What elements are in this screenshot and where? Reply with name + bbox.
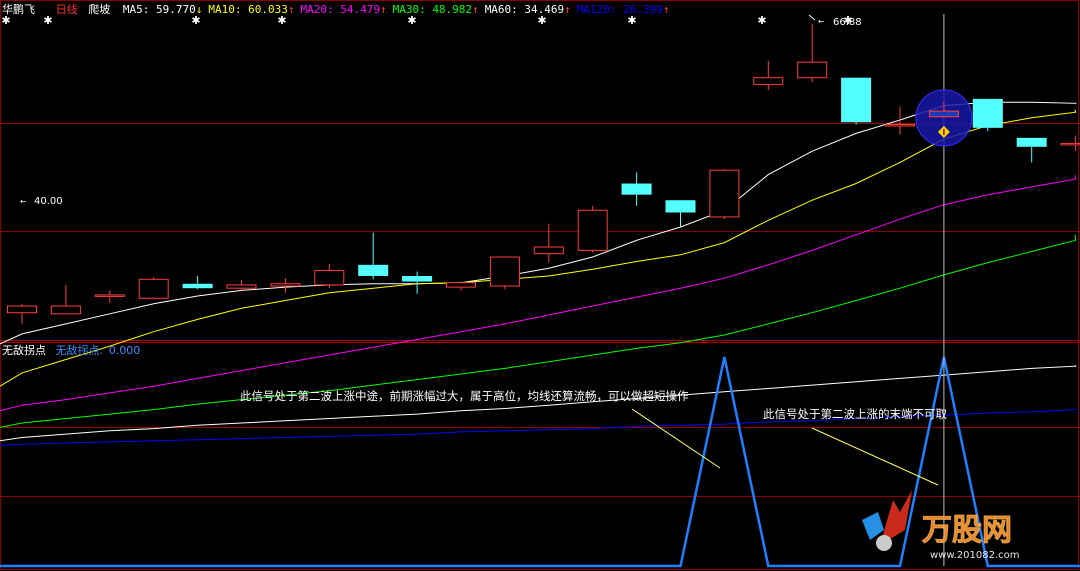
arrow-up-icon: ↑ — [287, 3, 295, 16]
ma-line — [0, 101, 1077, 345]
ma-legend-item: MA30: 48.982↑ — [392, 3, 479, 16]
candle-body — [709, 169, 740, 218]
ma-legend-item: MA20: 54.479↑ — [300, 3, 387, 16]
ma-legend-item: MA60: 34.469↑ — [484, 3, 571, 16]
candle-body — [182, 283, 213, 289]
candle-body — [1060, 142, 1080, 146]
candle-body — [270, 283, 301, 287]
annotation-note-2: 此信号处于第二波上涨的末端不可取 — [763, 407, 947, 421]
arrow-up-icon: ↑ — [472, 3, 479, 16]
candle-body — [621, 183, 652, 195]
high-price-arrow-icon: ← — [818, 16, 824, 27]
ma-legend-item: MA120: 26.399↑ — [576, 3, 670, 16]
annotation-note-1: 此信号处于第二波上涨中途，前期涨幅过大，属于高位，均线还算流畅，可以做超短操作 — [240, 389, 689, 403]
ma-legend-item: MA10: 60.033↑ — [208, 3, 295, 16]
indicator-name[interactable]: 无敌拐点 — [2, 344, 46, 357]
candle-body — [885, 123, 915, 127]
candle-body — [7, 305, 37, 314]
annotation-pointer-2 — [811, 427, 939, 486]
candle-body — [577, 209, 608, 251]
high-price-pointer — [808, 14, 816, 21]
star-marker-icon: ✱ — [757, 14, 766, 27]
candle-body — [489, 256, 520, 287]
candle-body — [753, 77, 784, 85]
arrow-up-icon: ↑ — [662, 3, 670, 16]
watermark-coin-icon — [876, 535, 892, 551]
candle-body — [314, 269, 345, 286]
candlesticks — [7, 24, 1080, 324]
low-price-label: 40.00 — [34, 196, 63, 207]
price-chart-header: 华鹏飞 日线 爬坡 MA5: 59.770↓ MA10: 60.033↑ MA20:… — [2, 2, 676, 18]
high-price-label: 66.88 — [833, 17, 862, 28]
arrow-up-icon: ↑ — [564, 3, 571, 16]
indicator-series-value: 0.000 — [108, 344, 141, 357]
candle-body — [138, 278, 169, 299]
candle-body — [841, 77, 872, 123]
candle-body — [797, 61, 828, 79]
indicator-series-label: 无敌拐点: — [55, 344, 104, 357]
stock-name[interactable]: 华鹏飞 — [2, 3, 35, 16]
watermark: 万股网 www.201082.com — [862, 490, 1020, 561]
candle-body — [533, 246, 564, 255]
pattern-label: 爬坡 — [88, 3, 111, 16]
arrow-up-icon: ↑ — [379, 3, 387, 16]
period-label[interactable]: 日线 — [56, 3, 78, 16]
candle-body — [972, 98, 1003, 128]
candle-body — [50, 305, 81, 315]
watermark-brand: 万股网 — [922, 513, 1012, 548]
candle-body — [665, 200, 696, 213]
arrow-down-icon: ↓ — [195, 3, 203, 16]
candle-body — [402, 275, 433, 282]
indicator-header: 无敌拐点 无敌拐点: 0.000 — [2, 343, 140, 359]
candle-body — [446, 282, 476, 288]
watermark-url: www.201082.com — [930, 550, 1020, 561]
stock-chart[interactable]: ✱ ✱ ✱ ✱ ✱ ✱ ✱ ✱ ✱← 66.88← 40.00此信号处于第二波上涨中途，前期涨幅过大… — [0, 0, 1080, 571]
ma-legend-item: MA5: 59.770↓ — [122, 3, 203, 16]
ma-legend: MA5: 59.770↓ MA10: 60.033↑ MA20: 54.479↑ MA… — [123, 3, 676, 16]
candle-body — [94, 294, 125, 297]
candle-body — [1016, 137, 1047, 147]
candle-body — [358, 264, 389, 276]
candle-body — [226, 284, 257, 289]
low-price-arrow-icon: ← — [20, 196, 26, 207]
